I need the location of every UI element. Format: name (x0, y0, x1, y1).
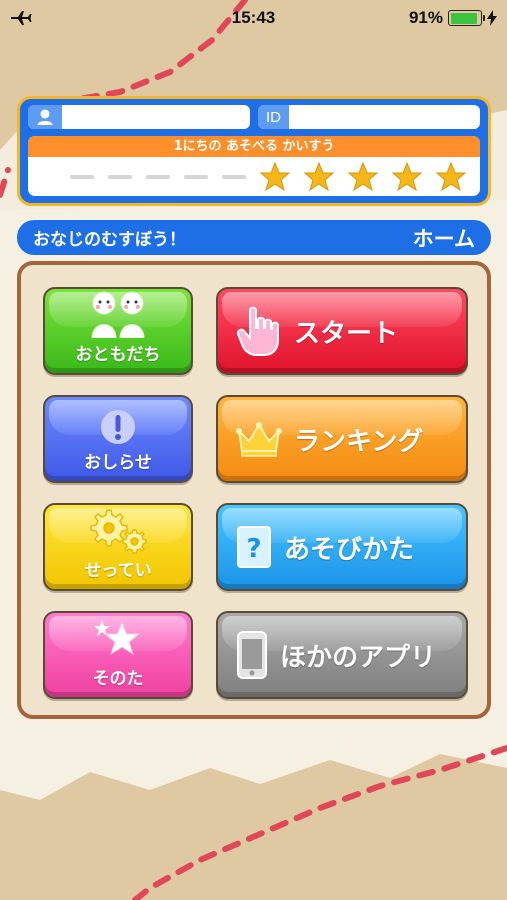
question-card-icon: ? (237, 526, 271, 568)
friends-label: おともだち (75, 345, 161, 365)
play-slot-dash (184, 174, 208, 179)
exclamation-icon (101, 410, 135, 444)
profile-card: ID 1にちの あそべる かいすう (17, 96, 491, 206)
play-slot-dash (146, 174, 170, 179)
status-bar: 15:43 91% (0, 0, 507, 36)
gear-icon (90, 509, 147, 554)
other-apps-label: ほかのアプリ (280, 642, 437, 673)
star-icon (94, 620, 141, 656)
friends-icon (91, 291, 145, 338)
play-star-icon (260, 161, 290, 191)
ranking-label: ランキング (294, 426, 424, 457)
page-title: おなじのむすぼう！ (33, 230, 186, 250)
daily-plays-box: 1にちの あそべる かいすう (28, 136, 480, 196)
play-slot-dash (108, 174, 132, 179)
settings-label: せってい (84, 561, 152, 581)
play-star-icon (304, 161, 334, 191)
play-star-icon (392, 161, 422, 191)
ranking-button[interactable]: ランキング (216, 395, 468, 483)
play-slot-dash (70, 174, 94, 179)
crown-icon (236, 422, 282, 457)
svg-text:?: ? (246, 534, 261, 564)
news-button[interactable]: おしらせ (43, 395, 193, 483)
daily-plays-indicator (28, 157, 480, 196)
other-label: そのた (92, 669, 144, 689)
news-label: おしらせ (84, 453, 152, 473)
user-icon (28, 105, 62, 129)
player-id-field[interactable]: ID (258, 105, 480, 129)
menu-panel: おともだち おしらせ せってい そのた スタート ランキング ? あそびかた ほ… (17, 261, 491, 719)
id-tag: ID (258, 105, 289, 129)
other-apps-button[interactable]: ほかのアプリ (216, 611, 468, 699)
player-name-field[interactable] (28, 105, 250, 129)
other-button[interactable]: そのた (43, 611, 193, 699)
how-to-play-button[interactable]: ? あそびかた (216, 503, 468, 591)
status-time: 15:43 (231, 8, 276, 27)
play-slot-dash (222, 174, 246, 179)
daily-plays-header: 1にちの あそべる かいすう (28, 136, 480, 157)
play-star-icon (348, 161, 378, 191)
start-label: スタート (294, 318, 399, 349)
pointing-hand-icon (236, 306, 279, 356)
title-bar: おなじのむすぼう！ ホーム (17, 220, 491, 255)
smartphone-icon (237, 631, 267, 679)
start-button[interactable]: スタート (216, 287, 468, 375)
play-star-icon (436, 161, 466, 191)
settings-button[interactable]: せってい (43, 503, 193, 591)
home-label: ホーム (412, 226, 475, 251)
how-to-play-label: あそびかた (284, 534, 415, 565)
friends-button[interactable]: おともだち (43, 287, 193, 375)
battery-icon (448, 10, 485, 26)
